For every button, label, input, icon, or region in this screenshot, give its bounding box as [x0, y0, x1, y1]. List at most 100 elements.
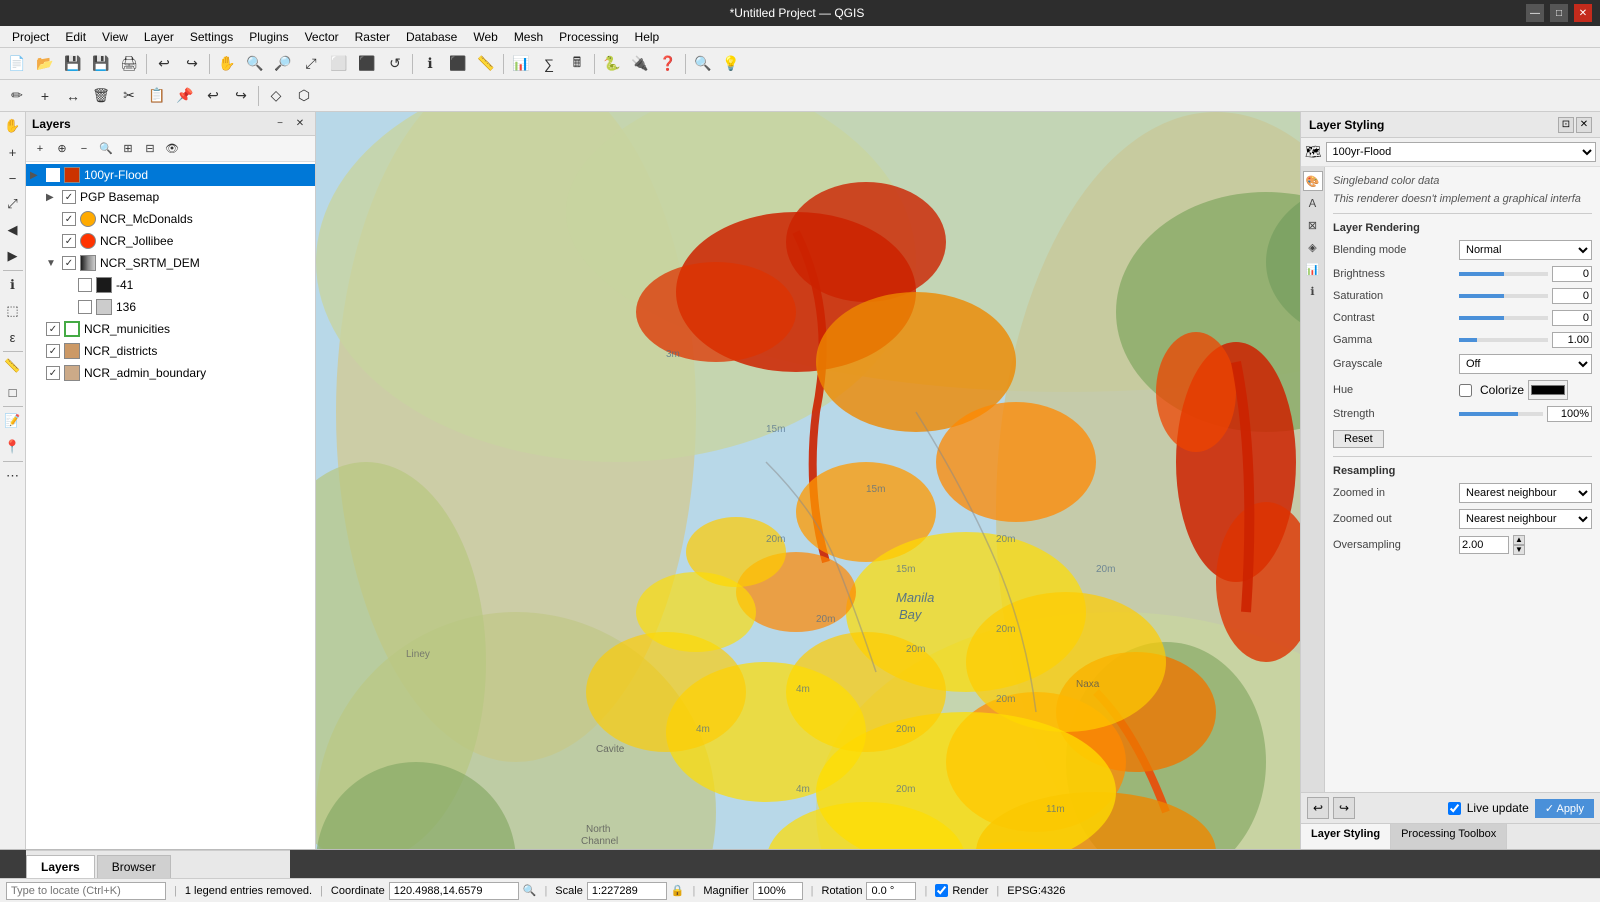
- zoomed-out-select[interactable]: Nearest neighbour Bilinear Cubic: [1459, 509, 1592, 529]
- grayscale-select[interactable]: Off By lightness By luminosity By averag…: [1459, 354, 1592, 374]
- styling-close-button[interactable]: ✕: [1576, 117, 1592, 133]
- menu-processing[interactable]: Processing: [551, 28, 626, 46]
- apply-button[interactable]: ✓ Apply: [1535, 799, 1594, 818]
- menu-database[interactable]: Database: [398, 28, 465, 46]
- oversampling-up[interactable]: ▲: [1513, 535, 1525, 545]
- style-history-forward[interactable]: ↪: [1333, 797, 1355, 819]
- layers-collapse-button[interactable]: −: [271, 115, 289, 133]
- identify-button[interactable]: ℹ: [417, 51, 443, 77]
- layer-checkbox-admin[interactable]: [46, 366, 60, 380]
- menu-web[interactable]: Web: [465, 28, 505, 46]
- pin-button[interactable]: 📍: [1, 435, 25, 459]
- scale-input[interactable]: [587, 882, 667, 900]
- zoom-out-button[interactable]: 🔎: [270, 51, 296, 77]
- plugin-button[interactable]: 🔌: [627, 51, 653, 77]
- style-3d-icon[interactable]: ◈: [1303, 237, 1323, 257]
- rotation-input[interactable]: [866, 882, 916, 900]
- menu-plugins[interactable]: Plugins: [241, 28, 296, 46]
- style-diagram-icon[interactable]: 📊: [1303, 259, 1323, 279]
- annotation-button[interactable]: 📝: [1, 409, 25, 433]
- layer-item-mcdonalds[interactable]: NCR_McDonalds: [26, 208, 315, 230]
- magnifier-input[interactable]: [753, 882, 803, 900]
- layer-item-districts[interactable]: NCR_districts: [26, 340, 315, 362]
- style-mask-icon[interactable]: ⊠: [1303, 215, 1323, 235]
- colorize-checkbox[interactable]: [1459, 384, 1472, 397]
- layer-checkbox-srtm[interactable]: [62, 256, 76, 270]
- blending-mode-select[interactable]: Normal: [1459, 240, 1592, 260]
- redo-button[interactable]: ↪: [179, 51, 205, 77]
- save-project-button[interactable]: 💾: [60, 51, 86, 77]
- strength-value[interactable]: [1547, 406, 1592, 422]
- layer-item-100yr-flood[interactable]: ▶ 100yr-Flood: [26, 164, 315, 186]
- select-feature-button[interactable]: ⬚: [1, 299, 25, 323]
- expand-admin[interactable]: [30, 368, 42, 379]
- print-button[interactable]: 🖨: [116, 51, 142, 77]
- collapse-all-button[interactable]: ⊟: [140, 139, 160, 159]
- minimize-button[interactable]: —: [1526, 4, 1544, 22]
- field-calc-button[interactable]: 🖩: [564, 51, 590, 77]
- tips-button[interactable]: 💡: [718, 51, 744, 77]
- refresh-button[interactable]: ↺: [382, 51, 408, 77]
- contrast-slider[interactable]: [1459, 316, 1548, 320]
- menu-vector[interactable]: Vector: [297, 28, 347, 46]
- menu-help[interactable]: Help: [627, 28, 668, 46]
- add-group-button[interactable]: +: [30, 139, 50, 159]
- layer-item-municities[interactable]: NCR_municities: [26, 318, 315, 340]
- locator-button[interactable]: 🔍: [690, 51, 716, 77]
- oversampling-input[interactable]: [1459, 536, 1509, 554]
- oversampling-down[interactable]: ▼: [1513, 545, 1525, 555]
- layer-checkbox-jol[interactable]: [62, 234, 76, 248]
- saturation-slider[interactable]: [1459, 294, 1548, 298]
- layer-checkbox-minus41[interactable]: [78, 278, 92, 292]
- menu-settings[interactable]: Settings: [182, 28, 241, 46]
- reset-button[interactable]: Reset: [1333, 430, 1384, 448]
- layer-item-minus41[interactable]: -41: [26, 274, 315, 296]
- zoom-in-button[interactable]: 🔍: [242, 51, 268, 77]
- strength-slider[interactable]: [1459, 412, 1543, 416]
- zoom-extent-lt-button[interactable]: ⤢: [1, 192, 25, 216]
- layer-checkbox-pgp[interactable]: [62, 190, 76, 204]
- copy-button[interactable]: 📋: [144, 83, 170, 109]
- contrast-value[interactable]: [1552, 310, 1592, 326]
- zoom-out-lt-button[interactable]: −: [1, 166, 25, 190]
- tab-processing-toolbox[interactable]: Processing Toolbox: [1391, 824, 1507, 849]
- python-button[interactable]: 🐍: [599, 51, 625, 77]
- layer-checkbox-mcd[interactable]: [62, 212, 76, 226]
- measure-button[interactable]: 📏: [473, 51, 499, 77]
- style-labels-icon[interactable]: Ａ: [1303, 193, 1323, 213]
- measure-area-button[interactable]: □: [1, 380, 25, 404]
- layer-dropdown[interactable]: 100yr-Flood: [1326, 142, 1596, 162]
- layer-checkbox-mun[interactable]: [46, 322, 60, 336]
- styling-float-button[interactable]: ⊡: [1558, 117, 1574, 133]
- gamma-slider[interactable]: [1459, 338, 1548, 342]
- more-tools-button[interactable]: ⋯: [1, 464, 25, 488]
- brightness-slider[interactable]: [1459, 272, 1548, 276]
- layer-checkbox-100yr-flood[interactable]: [46, 168, 60, 182]
- coordinate-input[interactable]: [389, 882, 519, 900]
- layer-item-admin[interactable]: NCR_admin_boundary: [26, 362, 315, 384]
- tab-browser[interactable]: Browser: [97, 855, 171, 878]
- menu-raster[interactable]: Raster: [347, 28, 398, 46]
- expand-mun[interactable]: [30, 324, 42, 335]
- zoom-full-button[interactable]: ⤢: [298, 51, 324, 77]
- manage-map-themes[interactable]: 👁: [162, 139, 182, 159]
- undo-edit-button[interactable]: ↩: [200, 83, 226, 109]
- expand-all-button[interactable]: ⊞: [118, 139, 138, 159]
- tab-layer-styling[interactable]: Layer Styling: [1301, 824, 1391, 849]
- style-symbology-icon[interactable]: 🎨: [1303, 171, 1323, 191]
- locate-input[interactable]: [6, 882, 166, 900]
- paste-button[interactable]: 📌: [172, 83, 198, 109]
- edit-button[interactable]: ✏: [4, 83, 30, 109]
- identify-lt-button[interactable]: ℹ: [1, 273, 25, 297]
- gamma-value[interactable]: [1552, 332, 1592, 348]
- filter-layer-button[interactable]: 🔍: [96, 139, 116, 159]
- close-button[interactable]: ✕: [1574, 4, 1592, 22]
- redo-edit-button[interactable]: ↪: [228, 83, 254, 109]
- layer-item-pgp-basemap[interactable]: ▶ PGP Basemap: [26, 186, 315, 208]
- layer-item-136[interactable]: 136: [26, 296, 315, 318]
- colorize-color-picker[interactable]: [1528, 380, 1568, 400]
- pan-button[interactable]: ✋: [214, 51, 240, 77]
- new-project-button[interactable]: 📄: [4, 51, 30, 77]
- zoom-prev-button[interactable]: ◀: [1, 218, 25, 242]
- layer-item-jollibee[interactable]: NCR_Jollibee: [26, 230, 315, 252]
